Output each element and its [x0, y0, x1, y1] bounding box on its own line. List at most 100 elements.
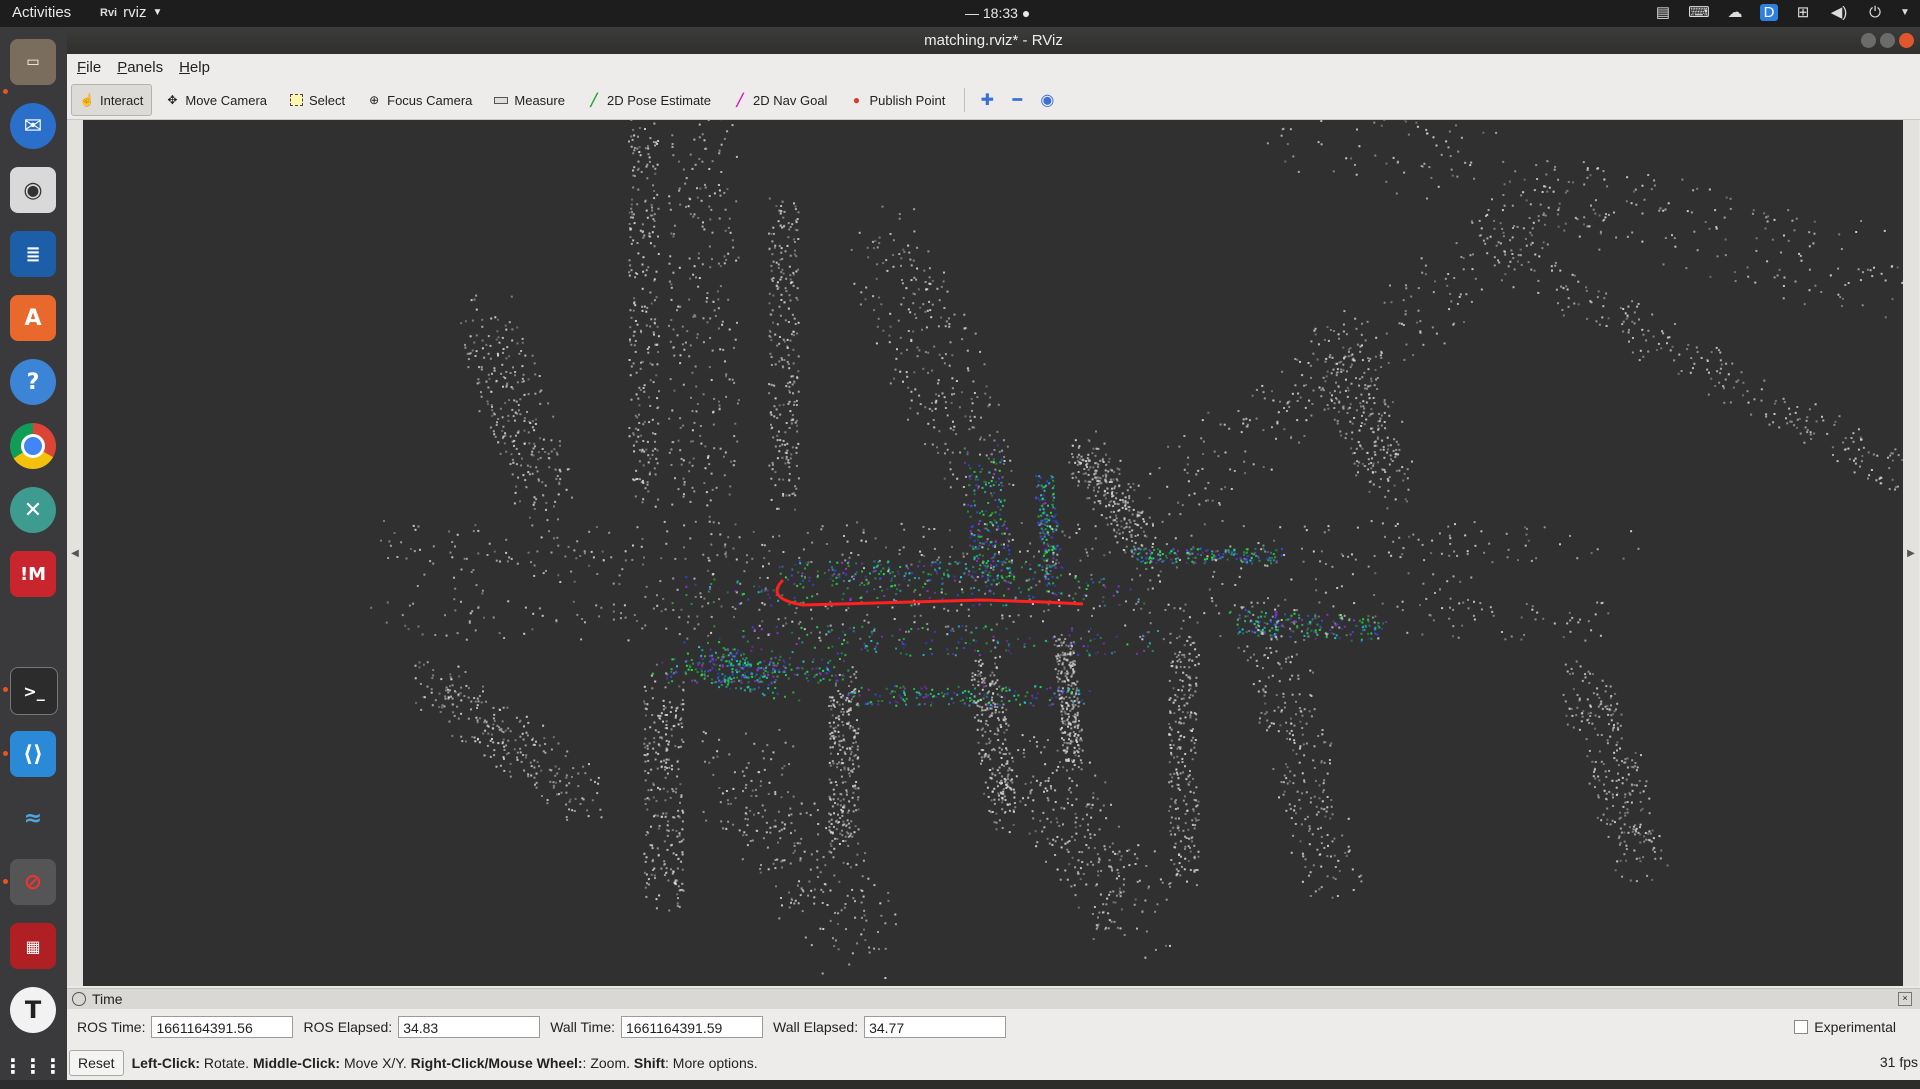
ros-tools-icon[interactable]: ▦ [10, 923, 56, 969]
map-pin-icon: ● [849, 93, 863, 107]
magenta-arrow-icon: ╱ [733, 93, 747, 107]
3d-render-viewport[interactable] [83, 120, 1903, 986]
time-panel: Time × ROS Time: 1661164391.56 ROS Elaps… [67, 988, 1920, 1080]
green-arrow-icon: ╱ [587, 93, 601, 107]
move-camera-tool-button[interactable]: ✥ Move Camera [156, 84, 276, 116]
power-icon[interactable]: ⏻ [1864, 4, 1886, 21]
hint-zoom: : Zoom. [583, 1055, 634, 1071]
rviz-window: matching.rviz* - RViz File Panels Help ☝… [67, 27, 1920, 1080]
experimental-checkbox[interactable] [1794, 1020, 1808, 1034]
activities-button[interactable]: Activities [12, 4, 71, 21]
crosshair-icon: ⊕ [367, 93, 381, 107]
move-arrows-icon: ✥ [165, 93, 179, 107]
vscode-icon[interactable]: ⟨⟩ [10, 731, 56, 777]
libreoffice-writer-icon[interactable]: ≣ [10, 231, 56, 277]
running-indicator [3, 687, 8, 692]
running-indicator [3, 879, 8, 884]
screen-recorder-icon[interactable]: ⊘ [10, 859, 56, 905]
kali-icon[interactable]: ≈ [10, 795, 56, 841]
experimental-toggle[interactable]: Experimental [1794, 1019, 1896, 1035]
publish-point-label: Publish Point [869, 93, 945, 108]
wall-time-label: Wall Time: [550, 1019, 615, 1035]
ros-time-field[interactable]: 1661164391.56 [151, 1016, 293, 1038]
volume-icon[interactable]: ◀) [1828, 3, 1850, 21]
focus-camera-tool-button[interactable]: ⊕ Focus Camera [358, 84, 481, 116]
time-panel-header: Time × [67, 988, 1920, 1009]
right-panel-handle[interactable]: ▶ [1903, 120, 1919, 986]
point-cloud-map [83, 120, 1903, 986]
menu-bar: File Panels Help [67, 54, 1920, 81]
minimize-icon[interactable] [1861, 33, 1876, 48]
time-fields-row: ROS Time: 1661164391.56 ROS Elapsed: 34.… [77, 1016, 1016, 1038]
network-icon[interactable]: ⊞ [1792, 3, 1814, 21]
rviz-app-icon: Rvi [100, 7, 117, 19]
nav-goal-label: 2D Nav Goal [753, 93, 827, 108]
chevron-down-icon: ▼ [152, 7, 162, 18]
select-label: Select [309, 93, 345, 108]
show-applications-icon[interactable]: ⋮⋮⋮ [10, 1043, 56, 1089]
wall-time-field[interactable]: 1661164391.59 [621, 1016, 763, 1038]
thunderbird-icon[interactable]: ✉ [10, 103, 56, 149]
window-titlebar[interactable]: matching.rviz* - RViz [67, 27, 1920, 54]
rhythmbox-icon[interactable]: ◉ [10, 167, 56, 213]
mouse-hint-text: Left-Click: Rotate. Middle-Click: Move X… [132, 1055, 758, 1071]
hand-icon: ☝ [80, 93, 94, 107]
hint-left-click: Left-Click: [132, 1055, 200, 1071]
wall-elapsed-field[interactable]: 34.77 [864, 1016, 1006, 1038]
left-panel-handle[interactable]: ◀ [67, 120, 83, 986]
running-indicator [3, 89, 8, 94]
pose-estimate-tool-button[interactable]: ╱ 2D Pose Estimate [578, 84, 720, 116]
cloud-icon[interactable]: ☁ [1724, 3, 1746, 21]
menu-panels[interactable]: Panels [117, 59, 163, 76]
select-tool-button[interactable]: Select [280, 84, 354, 116]
lidar-scan-point-cloud [652, 444, 1387, 707]
ros-time-label: ROS Time: [77, 1019, 145, 1035]
help-icon[interactable]: ? [10, 359, 56, 405]
close-icon[interactable] [1899, 33, 1914, 48]
close-icon[interactable]: × [1898, 992, 1912, 1006]
interact-label: Interact [100, 93, 143, 108]
reset-button[interactable]: Reset [69, 1050, 124, 1076]
eye-icon[interactable]: ◉ [1033, 86, 1061, 114]
move-camera-label: Move Camera [185, 93, 267, 108]
remmina-icon[interactable]: ✕ [10, 487, 56, 533]
app-menu[interactable]: Rvi rviz ▼ [100, 4, 162, 21]
status-bar: Reset Left-Click: Rotate. Middle-Click: … [69, 1050, 758, 1076]
terminal-icon[interactable]: >_ [10, 667, 58, 715]
running-indicator [3, 751, 8, 756]
clock[interactable]: — 18:33 ● [965, 5, 1030, 21]
measure-tool-button[interactable]: Measure [485, 84, 574, 116]
publish-point-tool-button[interactable]: ● Publish Point [840, 84, 954, 116]
ros-elapsed-label: ROS Elapsed: [303, 1019, 392, 1035]
typora-icon[interactable]: T [10, 987, 56, 1033]
interact-tool-button[interactable]: ☝ Interact [71, 84, 152, 116]
menu-help[interactable]: Help [179, 59, 210, 76]
files-icon[interactable]: ▭ [10, 39, 56, 85]
chevron-down-icon[interactable]: ▼ [1900, 7, 1910, 18]
dock: ▭ ✉ ◉ ≣ A ? ✕ !M >_ ⟨⟩ ≈ ⊘ ▦ T ⋮⋮⋮ [0, 27, 67, 1080]
dropbox-icon[interactable]: D [1760, 4, 1778, 21]
time-panel-title: Time [92, 991, 123, 1007]
toolbar-separator [964, 88, 965, 112]
system-tray: ▤ ⌨ ☁ D ⊞ ◀) ⏻ ▼ [1652, 3, 1910, 21]
remove-tool-icon[interactable]: ━ [1003, 86, 1031, 114]
mendeley-icon[interactable]: !M [10, 551, 56, 597]
pose-estimate-label: 2D Pose Estimate [607, 93, 711, 108]
clock-icon [72, 992, 86, 1006]
nav-goal-tool-button[interactable]: ╱ 2D Nav Goal [724, 84, 836, 116]
wall-elapsed-label: Wall Elapsed: [773, 1019, 858, 1035]
add-tool-icon[interactable]: ✚ [973, 86, 1001, 114]
red-trajectory [777, 580, 1083, 605]
measure-label: Measure [514, 93, 565, 108]
system-top-bar: Activities Rvi rviz ▼ — 18:33 ● ▤ ⌨ ☁ D … [0, 0, 1920, 27]
chrome-icon[interactable] [10, 423, 56, 469]
maximize-icon[interactable] [1880, 33, 1895, 48]
ros-elapsed-field[interactable]: 34.83 [398, 1016, 540, 1038]
keyboard-layout-icon[interactable]: ⌨ [1688, 3, 1710, 21]
keyboard-icon[interactable]: ▤ [1652, 3, 1674, 21]
menu-file[interactable]: File [77, 59, 101, 76]
hint-shift: Shift [634, 1055, 665, 1071]
software-center-icon[interactable]: A [10, 295, 56, 341]
focus-camera-label: Focus Camera [387, 93, 472, 108]
tool-bar: ☝ Interact ✥ Move Camera Select ⊕ Focus … [67, 81, 1920, 120]
